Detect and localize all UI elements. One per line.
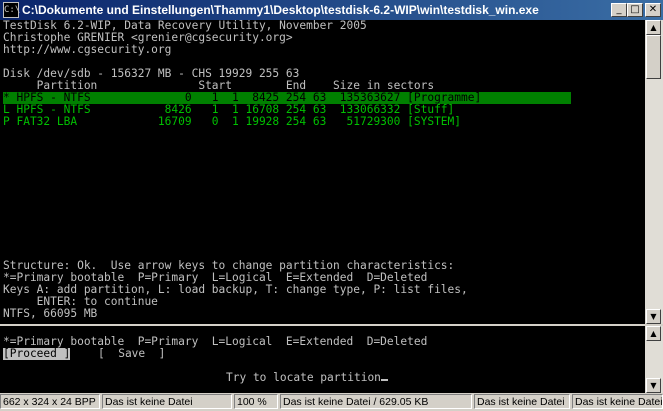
status-zoom: 100 % [234,394,278,409]
scrollbar-thumb[interactable] [646,35,661,79]
status-file-info-3: Das ist keine Datei [474,394,570,409]
close-button[interactable]: ✕ [645,3,661,17]
proceed-button[interactable]: [Proceed ] [3,348,71,360]
title-bar[interactable]: C:\ C:\Dokumente und Einstellungen\Thamm… [0,0,663,20]
status-file-size: Das ist keine Datei / 629.05 KB [280,394,472,409]
scroll-down-arrow-icon[interactable]: ▼ [646,309,661,324]
bottom-scrollbar[interactable]: ▲ ▼ [645,326,663,393]
console-scrollbar[interactable]: ▲ ▼ [645,20,663,324]
text-cursor-icon [380,379,388,381]
locate-status-line: Try to locate partition [226,372,388,384]
testdisk-window: C:\ C:\Dokumente und Einstellungen\Thamm… [0,0,663,411]
scroll-up-arrow-icon[interactable]: ▲ [646,20,661,35]
console-bottom[interactable]: *=Primary bootable P=Primary L=Logical E… [0,326,645,393]
website-line: http://www.cgsecurity.org [3,43,172,56]
save-button[interactable]: [ Save ] [98,348,165,360]
filesystem-info-line: NTFS, 66095 MB [3,307,98,320]
scroll-up-arrow-icon[interactable]: ▲ [646,326,661,341]
minimize-button[interactable]: _ [611,3,627,17]
locate-status-text: Try to locate partition [226,371,381,384]
console-window-icon[interactable]: C:\ [3,2,20,18]
status-file-info-4: Das ist keine Datei [572,394,663,409]
maximize-button[interactable]: □ [627,3,643,17]
window-title: C:\Dokumente und Einstellungen\Thammy1\D… [22,3,539,17]
status-file-info: Das ist keine Datei [102,394,232,409]
status-bar: 662 x 324 x 24 BPP Das ist keine Datei 1… [0,393,663,411]
scroll-down-arrow-icon[interactable]: ▼ [646,378,661,393]
status-image-dimensions: 662 x 324 x 24 BPP [0,394,100,409]
console-main[interactable]: TestDisk 6.2-WIP, Data Recovery Utility,… [0,20,645,324]
partition-row[interactable]: P FAT32 LBA 16709 0 1 19928 254 63 51729… [3,116,461,128]
